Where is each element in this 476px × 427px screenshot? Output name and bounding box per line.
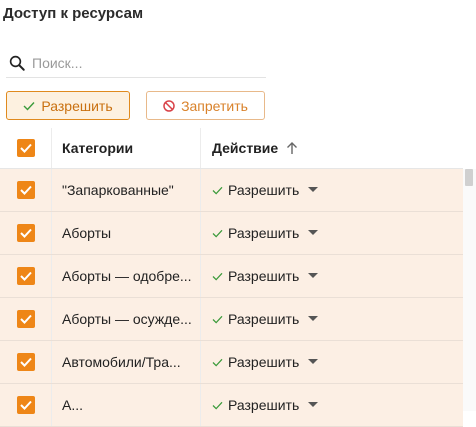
allow-check-icon	[212, 186, 223, 195]
resource-table: Категории Действие "Запаркованные" Разре…	[0, 128, 463, 427]
action-cell[interactable]: Разрешить	[201, 212, 463, 254]
table-row[interactable]: Аборты — одобре... Разрешить	[0, 255, 463, 298]
deny-button[interactable]: Запретить	[146, 91, 265, 120]
search-icon	[9, 55, 25, 71]
block-icon	[163, 99, 175, 112]
checkmark-icon	[19, 185, 32, 195]
row-check-cell	[0, 298, 52, 340]
page-title: Доступ к ресурсам	[3, 5, 144, 22]
action-cell[interactable]: Разрешить	[201, 384, 463, 426]
header-action-label: Действие	[212, 140, 279, 156]
table-row[interactable]: "Запаркованные" Разрешить	[0, 169, 463, 212]
search-bar[interactable]	[6, 49, 266, 78]
search-input[interactable]	[32, 55, 252, 71]
table-row[interactable]: Автомобили/Тра... Разрешить	[0, 341, 463, 384]
dropdown-arrow-icon[interactable]	[308, 187, 319, 193]
row-checkbox[interactable]	[16, 396, 35, 414]
row-checkbox[interactable]	[16, 181, 35, 199]
category-cell: Автомобили/Тра...	[52, 341, 201, 383]
allow-check-icon	[212, 315, 223, 324]
action-cell[interactable]: Разрешить	[201, 255, 463, 297]
sort-ascending-icon[interactable]	[286, 141, 298, 155]
dropdown-arrow-icon[interactable]	[308, 359, 319, 365]
checkmark-icon	[19, 228, 32, 238]
category-cell: А...	[52, 384, 201, 426]
allow-check-icon	[212, 358, 223, 367]
checkmark-icon	[19, 314, 32, 324]
row-checkbox[interactable]	[16, 310, 35, 328]
category-cell: Аборты	[52, 212, 201, 254]
action-label: Разрешить	[228, 354, 300, 370]
dropdown-arrow-icon[interactable]	[308, 230, 319, 236]
dropdown-arrow-icon[interactable]	[308, 402, 319, 408]
header-action[interactable]: Действие	[201, 128, 463, 168]
scrollbar-thumb[interactable]	[465, 169, 473, 186]
row-check-cell	[0, 341, 52, 383]
select-all-checkbox[interactable]	[16, 139, 35, 157]
table-row[interactable]: А... Разрешить	[0, 384, 463, 427]
action-cell[interactable]: Разрешить	[201, 341, 463, 383]
row-check-cell	[0, 212, 52, 254]
row-checkbox[interactable]	[16, 267, 35, 285]
action-cell[interactable]: Разрешить	[201, 298, 463, 340]
row-check-cell	[0, 169, 52, 211]
allow-check-icon	[212, 401, 223, 410]
table-row[interactable]: Аборты — осужде... Разрешить	[0, 298, 463, 341]
row-checkbox[interactable]	[16, 353, 35, 371]
dropdown-arrow-icon[interactable]	[308, 316, 319, 322]
action-label: Разрешить	[228, 182, 300, 198]
action-cell[interactable]: Разрешить	[201, 169, 463, 211]
checkmark-icon	[19, 143, 32, 153]
scrollbar-track[interactable]	[463, 169, 476, 411]
row-checkbox[interactable]	[16, 224, 35, 242]
dropdown-arrow-icon[interactable]	[308, 273, 319, 279]
action-label: Разрешить	[228, 268, 300, 284]
allow-check-icon	[212, 229, 223, 238]
row-check-cell	[0, 255, 52, 297]
deny-button-label: Запретить	[181, 97, 248, 114]
select-all-cell	[0, 128, 52, 168]
category-cell: Аборты — осужде...	[52, 298, 201, 340]
checkmark-icon	[19, 400, 32, 410]
allow-button-label: Разрешить	[41, 97, 113, 114]
category-cell: Аборты — одобре...	[52, 255, 201, 297]
table-row[interactable]: Аборты Разрешить	[0, 212, 463, 255]
allow-check-icon	[212, 272, 223, 281]
check-icon	[23, 101, 35, 111]
checkmark-icon	[19, 271, 32, 281]
action-label: Разрешить	[228, 311, 300, 327]
action-label: Разрешить	[228, 225, 300, 241]
row-check-cell	[0, 384, 52, 426]
checkmark-icon	[19, 357, 32, 367]
category-cell: "Запаркованные"	[52, 169, 201, 211]
header-category[interactable]: Категории	[52, 128, 201, 168]
table-header: Категории Действие	[0, 128, 463, 169]
allow-button[interactable]: Разрешить	[6, 91, 130, 120]
